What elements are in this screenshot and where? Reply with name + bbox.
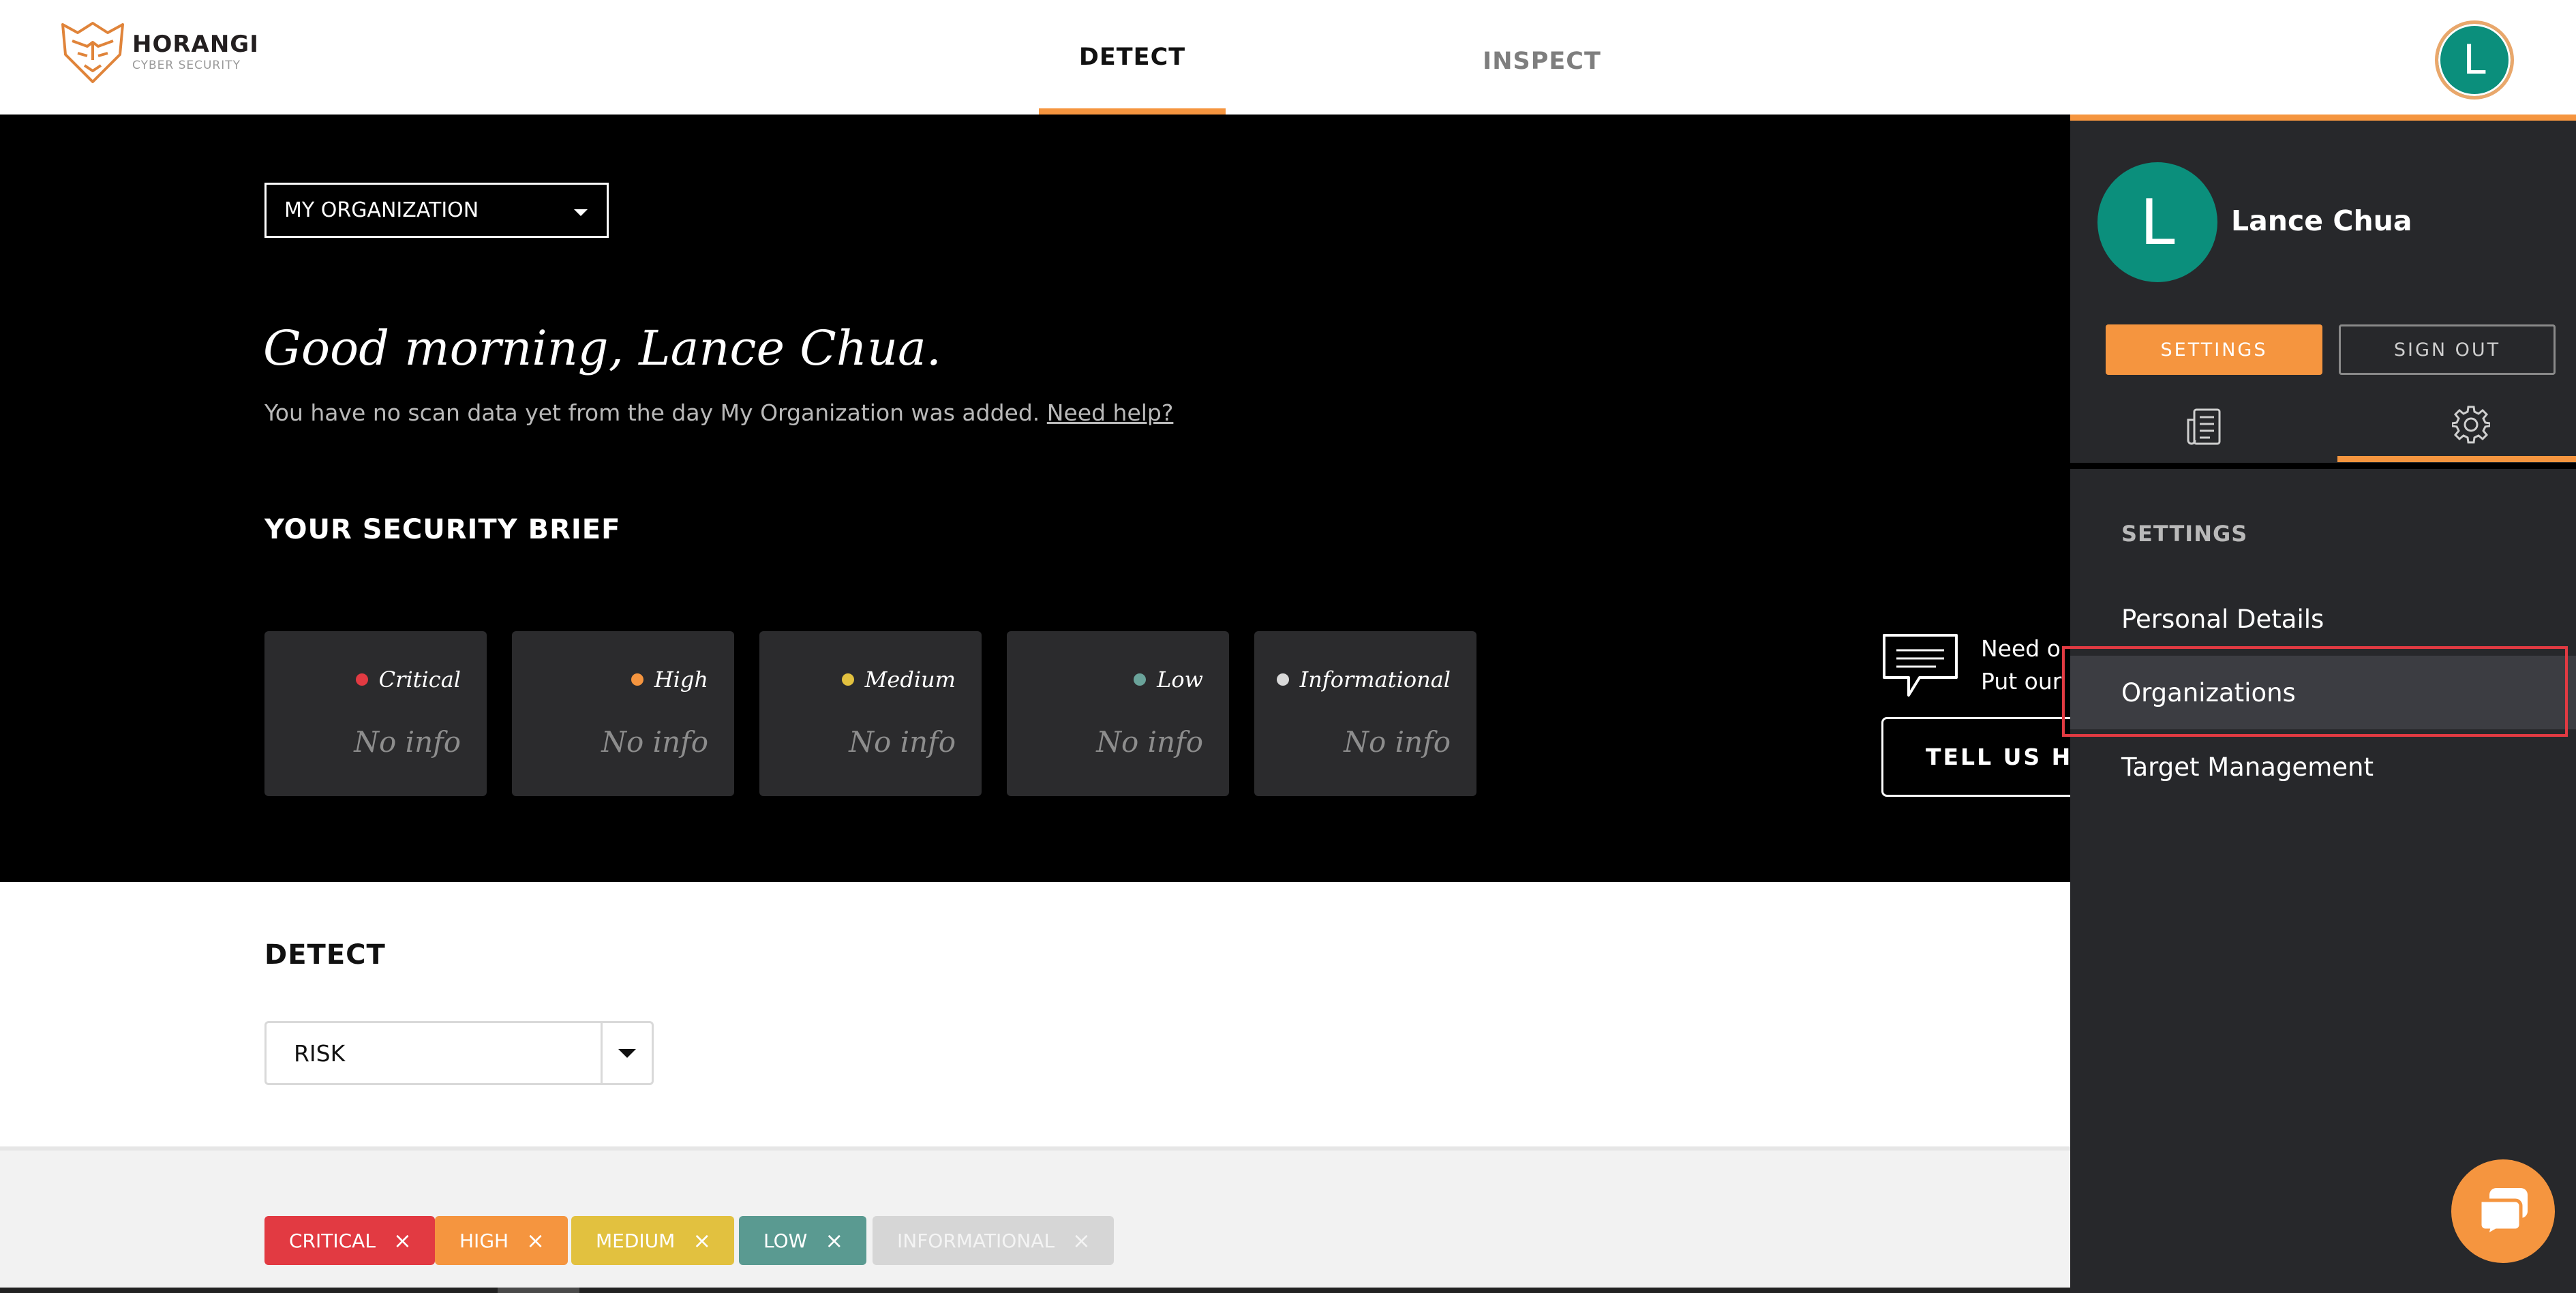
hero-section: MY ORGANIZATION Good morning, Lance Chua… xyxy=(0,115,2070,882)
card-label-text: High xyxy=(654,667,708,693)
menu-item-target-management[interactable]: Target Management xyxy=(2070,730,2576,804)
high-dot-icon xyxy=(631,673,643,686)
card-label-text: Medium xyxy=(864,667,956,693)
card-label: High xyxy=(631,667,708,693)
card-label: Medium xyxy=(841,667,956,693)
card-value: No info xyxy=(354,725,461,759)
chip-label: HIGH xyxy=(459,1229,509,1252)
security-brief-title: YOUR SECURITY BRIEF xyxy=(264,514,621,545)
severity-card-high[interactable]: High No info xyxy=(512,631,734,796)
tiger-logo-icon xyxy=(61,22,124,83)
panel-avatar: L xyxy=(2097,162,2217,282)
severity-card-critical[interactable]: Critical No info xyxy=(264,631,487,796)
feedback-line-1: Need o xyxy=(1981,635,2061,662)
severity-card-low[interactable]: Low No info xyxy=(1007,631,1229,796)
feedback-line-2: Put our xyxy=(1981,668,2062,695)
greeting-heading: Good morning, Lance Chua. xyxy=(263,320,942,376)
low-dot-icon xyxy=(1134,673,1147,686)
filter-chip-high[interactable]: HIGH × xyxy=(435,1216,568,1265)
close-icon[interactable]: × xyxy=(693,1230,711,1251)
severity-card-medium[interactable]: Medium No info xyxy=(759,631,982,796)
menu-item-personal-details[interactable]: Personal Details xyxy=(2070,582,2576,656)
panel-user-name: Lance Chua xyxy=(2231,204,2412,237)
card-label: Critical xyxy=(355,667,461,693)
news-icon xyxy=(2187,408,2221,445)
top-header: HORANGI CYBER SECURITY DETECT INSPECT L xyxy=(0,0,2576,115)
detect-section: DETECT RISK xyxy=(0,882,2070,1146)
need-help-link[interactable]: Need help? xyxy=(1047,399,1174,426)
logo-name: HORANGI xyxy=(132,30,259,58)
card-value: No info xyxy=(849,725,956,759)
card-label-text: Critical xyxy=(378,667,461,693)
card-label: Informational xyxy=(1276,667,1451,693)
card-label: Low xyxy=(1134,667,1203,693)
chip-label: INFORMATIONAL xyxy=(897,1229,1055,1252)
settings-button[interactable]: SETTINGS xyxy=(2106,324,2322,375)
chip-label: LOW xyxy=(763,1229,808,1252)
scrollbar-thumb[interactable] xyxy=(498,1288,579,1293)
panel-tab-news[interactable] xyxy=(2070,393,2337,462)
filter-chip-low[interactable]: LOW × xyxy=(739,1216,867,1265)
close-icon[interactable]: × xyxy=(825,1230,843,1251)
chip-label: MEDIUM xyxy=(596,1229,676,1252)
chip-label: CRITICAL xyxy=(289,1229,376,1252)
filter-chip-critical[interactable]: CRITICAL × xyxy=(264,1216,435,1265)
card-label-text: Informational xyxy=(1299,667,1451,693)
panel-tab-settings[interactable] xyxy=(2337,393,2576,462)
medium-dot-icon xyxy=(841,673,854,686)
organization-select[interactable]: MY ORGANIZATION xyxy=(264,183,609,238)
card-value: No info xyxy=(1344,725,1451,759)
panel-section-title: SETTINGS xyxy=(2121,521,2248,547)
chat-launcher-button[interactable] xyxy=(2451,1159,2555,1263)
subtitle-text: You have no scan data yet from the day M… xyxy=(264,399,1040,426)
feedback-text: Need o Put our xyxy=(1981,633,2061,698)
chevron-down-icon xyxy=(574,209,588,216)
card-value: No info xyxy=(601,725,708,759)
close-icon[interactable]: × xyxy=(526,1230,545,1251)
informational-dot-icon xyxy=(1276,673,1289,686)
select-divider xyxy=(601,1023,603,1083)
sign-out-button[interactable]: SIGN OUT xyxy=(2339,324,2556,375)
nav-tab-inspect[interactable]: INSPECT xyxy=(1467,4,1617,119)
speech-bubble-icon xyxy=(1883,634,1958,697)
close-icon[interactable]: × xyxy=(1072,1230,1091,1251)
logo-text: HORANGI CYBER SECURITY xyxy=(132,33,259,72)
logo-subtitle: CYBER SECURITY xyxy=(132,58,241,72)
close-icon[interactable]: × xyxy=(393,1230,412,1251)
risk-select[interactable]: RISK xyxy=(264,1021,654,1085)
horizontal-scrollbar[interactable] xyxy=(0,1288,2070,1293)
chevron-down-icon[interactable] xyxy=(618,1049,636,1058)
severity-card-informational[interactable]: Informational No info xyxy=(1254,631,1476,796)
horangi-logo[interactable]: HORANGI CYBER SECURITY xyxy=(57,18,259,86)
feedback-prompt: Need o Put our TELL US HOW xyxy=(1881,633,2070,812)
filter-chip-medium[interactable]: MEDIUM × xyxy=(571,1216,735,1265)
card-value: No info xyxy=(1096,725,1203,759)
filter-chips-section: CRITICAL × HIGH × MEDIUM × LOW × INFORMA… xyxy=(0,1146,2070,1293)
detect-title: DETECT xyxy=(264,939,386,971)
filter-chip-informational[interactable]: INFORMATIONAL × xyxy=(873,1216,1114,1265)
panel-tab-divider xyxy=(2070,463,2576,469)
nav-tab-detect[interactable]: DETECT xyxy=(1039,0,1226,115)
risk-select-value: RISK xyxy=(294,1039,346,1067)
critical-dot-icon xyxy=(355,673,368,686)
organization-select-value: MY ORGANIZATION xyxy=(284,198,479,222)
gear-icon xyxy=(2452,406,2490,443)
menu-item-organizations[interactable]: Organizations xyxy=(2070,656,2576,729)
greeting-subtitle: You have no scan data yet from the day M… xyxy=(264,399,1173,426)
card-label-text: Low xyxy=(1157,667,1203,693)
user-avatar-button[interactable]: L xyxy=(2435,20,2514,100)
user-menu-panel: L Lance Chua SETTINGS SIGN OUT SETTINGS … xyxy=(2070,115,2576,1293)
tell-us-how-button[interactable]: TELL US HOW xyxy=(1881,717,2070,797)
chat-icon xyxy=(2478,1188,2528,1237)
